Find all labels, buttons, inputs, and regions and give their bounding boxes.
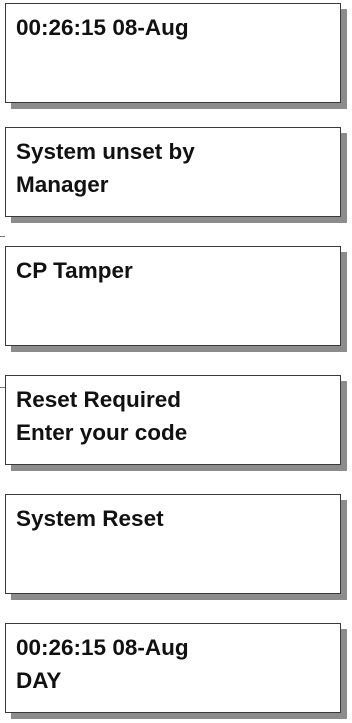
display-line-1: CP Tamper — [16, 258, 133, 283]
display-line-1: 00:26:15 08-Aug — [16, 15, 189, 40]
display-line-2: Manager — [16, 172, 109, 197]
lcd-display-tamper: CP Tamper — [5, 246, 341, 346]
lcd-display-time: 00:26:15 08-Aug — [5, 3, 341, 103]
lcd-display-unset: System unset by Manager — [5, 127, 341, 217]
display-line-1: Reset Required — [16, 387, 182, 412]
display-line-1: System unset by — [16, 139, 195, 164]
lcd-display-system-reset: System Reset — [5, 494, 341, 594]
lcd-display-time-day: 00:26:15 08-Aug DAY — [5, 623, 341, 713]
display-line-2: DAY — [16, 668, 62, 693]
lcd-display-reset-required: Reset Required Enter your code — [5, 375, 341, 465]
display-line-1: System Reset — [16, 506, 164, 531]
connector-tick — [0, 236, 5, 237]
display-line-1: 00:26:15 08-Aug — [16, 635, 189, 660]
display-line-2: Enter your code — [16, 420, 188, 445]
